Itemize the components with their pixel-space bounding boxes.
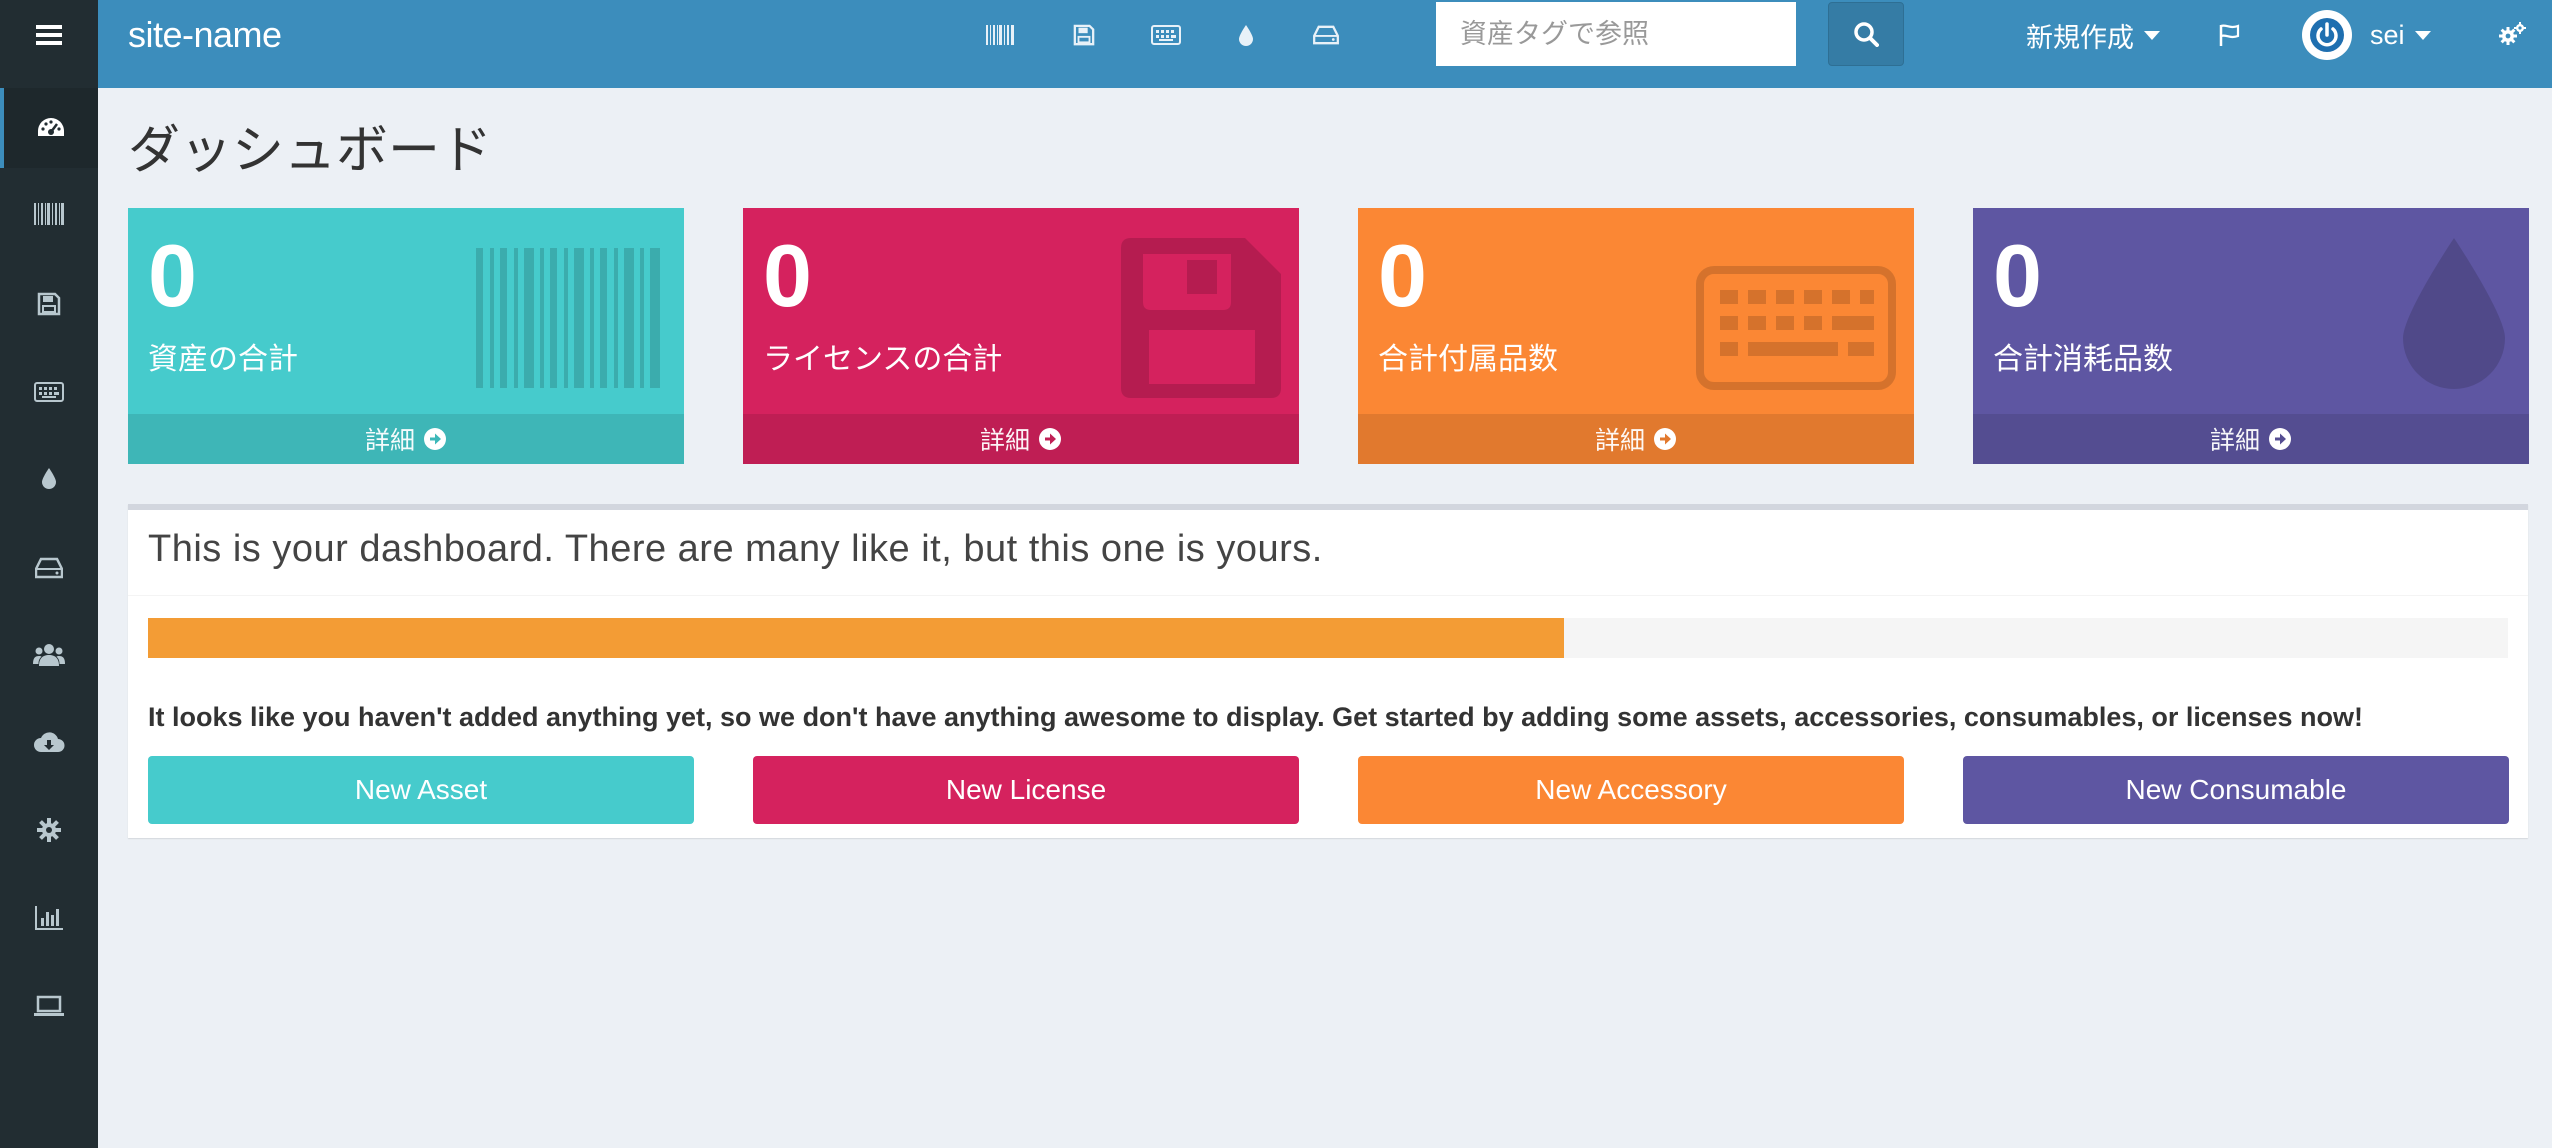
- panel-title: This is your dashboard. There are many l…: [148, 528, 1323, 570]
- license-details-link[interactable]: 詳細: [743, 414, 1299, 464]
- floppy-icon: [37, 292, 61, 316]
- floppy-icon: [1073, 24, 1095, 46]
- sidebar-item-components[interactable]: [0, 528, 98, 608]
- accessory-count: 0: [1378, 226, 1427, 325]
- sidebar-item-requestable[interactable]: [0, 966, 98, 1046]
- drop-icon: [2403, 238, 2505, 389]
- flag-icon: [2219, 24, 2240, 46]
- stat-box-consumables: 0 合計消耗品数 詳細: [1973, 208, 2529, 464]
- drive-icon: [1313, 25, 1339, 45]
- site-name-link[interactable]: site-name: [128, 0, 282, 70]
- keyboard-icon: [1151, 25, 1181, 45]
- empty-state-message: It looks like you haven't added anything…: [148, 702, 2363, 732]
- floppy-icon: [1121, 238, 1281, 398]
- arrow-circle-right-icon: [2269, 428, 2291, 450]
- drop-icon: [42, 468, 56, 489]
- laptop-icon: [34, 995, 64, 1016]
- dashboard-icon: [38, 118, 64, 136]
- user-menu-dropdown[interactable]: sei: [2302, 0, 2431, 70]
- avatar: [2302, 10, 2352, 60]
- nav-consumables-button[interactable]: [1224, 14, 1268, 56]
- details-label: 詳細: [2209, 427, 2260, 455]
- sidebar-item-dashboard[interactable]: [0, 88, 98, 168]
- accessory-details-link[interactable]: 詳細: [1358, 414, 1914, 464]
- new-license-button[interactable]: New License: [753, 756, 1299, 824]
- drop-icon: [1239, 25, 1253, 46]
- license-total-label: ライセンスの合計: [763, 343, 1003, 376]
- asset-tag-search-input[interactable]: [1436, 2, 1796, 66]
- new-consumable-button[interactable]: New Consumable: [1963, 756, 2509, 824]
- power-icon: [2310, 18, 2344, 52]
- stat-box-assets: 0 資産の合計 詳細: [128, 208, 684, 464]
- nav-assets-button[interactable]: [978, 14, 1022, 56]
- nav-accessories-button[interactable]: [1144, 14, 1188, 56]
- arrow-circle-right-icon: [424, 428, 446, 450]
- alerts-button[interactable]: [2208, 14, 2252, 56]
- arrow-circle-right-icon: [1654, 428, 1676, 450]
- sidebar-item-licenses[interactable]: [0, 264, 98, 344]
- sidebar-item-accessories[interactable]: [0, 352, 98, 432]
- chevron-down-icon: [2414, 30, 2431, 40]
- drive-icon: [35, 557, 63, 579]
- consumable-details-link[interactable]: 詳細: [1973, 414, 2529, 464]
- cloud-download-icon: [34, 732, 65, 752]
- sidebar-toggle-button[interactable]: [0, 0, 98, 70]
- username-label: sei: [2370, 19, 2405, 50]
- hamburger-icon: [36, 25, 62, 45]
- new-accessory-button[interactable]: New Accessory: [1358, 756, 1904, 824]
- sidebar: [0, 0, 98, 1148]
- gear-icon: [37, 818, 61, 842]
- keyboard-icon: [34, 382, 64, 402]
- consumable-count: 0: [1993, 226, 2042, 325]
- asset-count: 0: [148, 226, 197, 325]
- create-new-label: 新規作成: [2026, 22, 2134, 53]
- page-title: ダッシュボード: [128, 122, 493, 180]
- sidebar-item-reports[interactable]: [0, 878, 98, 958]
- details-label: 詳細: [1594, 427, 1645, 455]
- progress-bar-fill: [148, 618, 1564, 658]
- details-label: 詳細: [979, 427, 1030, 455]
- barcode-icon: [34, 203, 64, 225]
- dashboard-panel: This is your dashboard. There are many l…: [128, 504, 2528, 838]
- sidebar-item-settings[interactable]: [0, 790, 98, 870]
- sidebar-item-import[interactable]: [0, 702, 98, 782]
- panel-header: This is your dashboard. There are many l…: [128, 510, 2528, 596]
- chevron-down-icon: [2144, 30, 2160, 40]
- keyboard-icon: [1696, 266, 1896, 390]
- new-asset-button[interactable]: New Asset: [148, 756, 694, 824]
- top-navbar: site-name 新規作成 sei: [98, 0, 2552, 88]
- search-icon: [1854, 22, 1879, 47]
- details-label: 詳細: [364, 427, 415, 455]
- bar-chart-icon: [35, 906, 63, 930]
- stat-box-accessories: 0 合計付属品数 詳細: [1358, 208, 1914, 464]
- create-new-dropdown[interactable]: 新規作成: [2026, 0, 2160, 70]
- users-icon: [33, 644, 65, 666]
- stat-box-licenses: 0 ライセンスの合計 詳細: [743, 208, 1299, 464]
- sidebar-item-people[interactable]: [0, 614, 98, 694]
- sidebar-item-consumables[interactable]: [0, 438, 98, 518]
- asset-details-link[interactable]: 詳細: [128, 414, 684, 464]
- admin-settings-button[interactable]: [2490, 14, 2534, 56]
- asset-total-label: 資産の合計: [148, 343, 298, 376]
- sidebar-item-assets[interactable]: [0, 174, 98, 254]
- accessory-total-label: 合計付属品数: [1378, 343, 1558, 376]
- arrow-circle-right-icon: [1039, 428, 1061, 450]
- barcode-icon: [476, 248, 660, 388]
- nav-licenses-button[interactable]: [1062, 14, 1106, 56]
- search-button[interactable]: [1828, 2, 1904, 66]
- progress-bar-track: [148, 618, 2508, 658]
- nav-components-button[interactable]: [1304, 14, 1348, 56]
- license-count: 0: [763, 226, 812, 325]
- consumable-total-label: 合計消耗品数: [1993, 343, 2173, 376]
- gears-icon: [2499, 22, 2526, 45]
- barcode-icon: [986, 25, 1014, 45]
